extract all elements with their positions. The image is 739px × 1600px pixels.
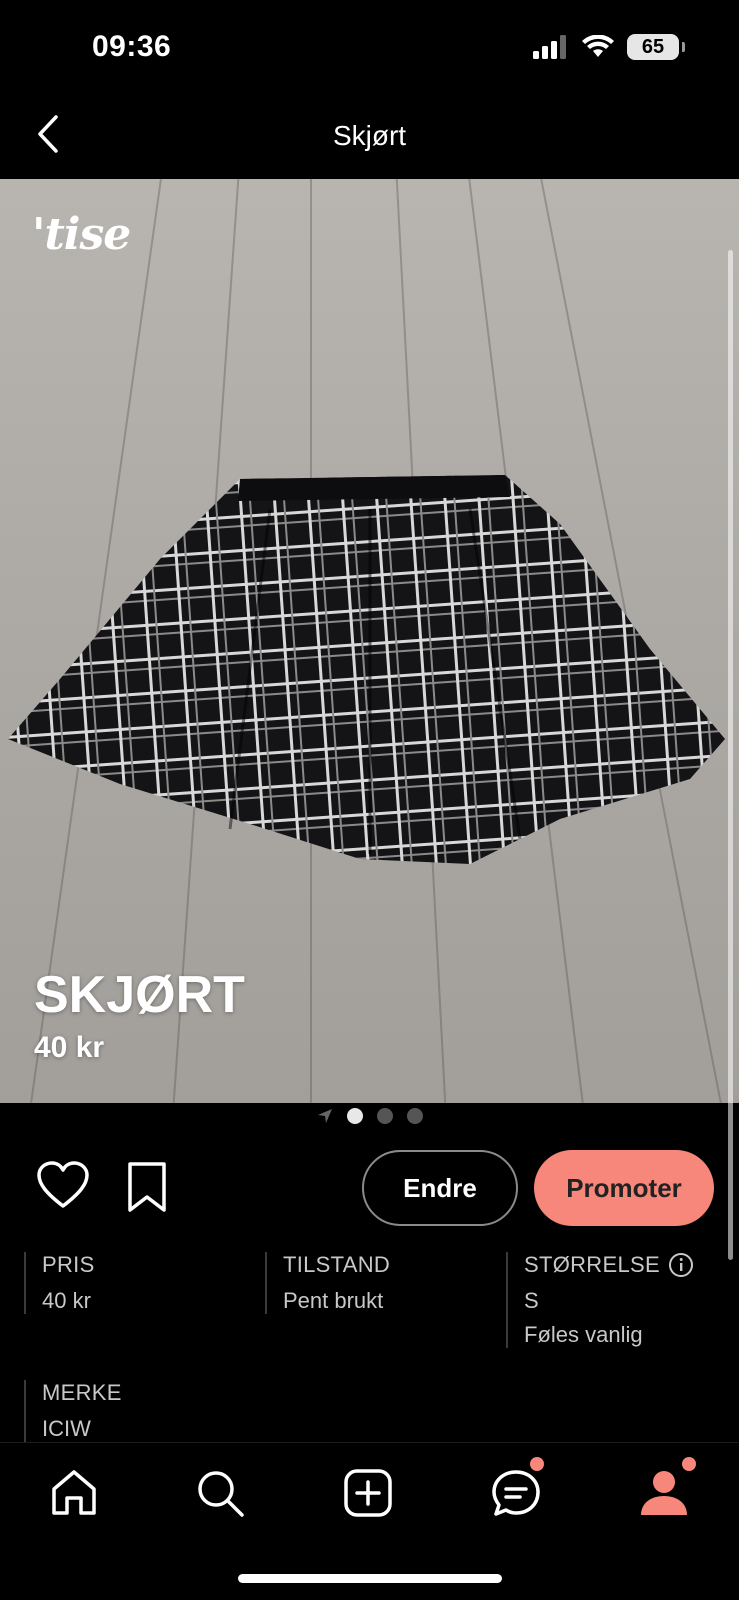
- detail-value: 40 kr: [42, 1288, 91, 1313]
- tab-messages[interactable]: [486, 1457, 546, 1523]
- detail-label: PRIS: [42, 1252, 95, 1277]
- item-title: SKJØRT: [34, 966, 245, 1024]
- detail-label-row: STØRRELSE: [524, 1252, 724, 1278]
- tab-home[interactable]: [44, 1463, 104, 1523]
- pager-dot[interactable]: [346, 1108, 363, 1124]
- detail-value: S: [524, 1288, 539, 1313]
- item-price: 40 kr: [34, 1031, 105, 1064]
- location-arrow-icon: [317, 1109, 332, 1123]
- detail-brand: MERKE ICIW: [24, 1380, 264, 1442]
- page-title: Skjørt: [332, 120, 407, 151]
- detail-fit: Føles vanlig: [524, 1322, 643, 1347]
- home-icon: [52, 1470, 96, 1515]
- signal-icon: [533, 35, 566, 59]
- detail-value: Pent brukt: [283, 1288, 384, 1313]
- add-icon: [344, 1469, 392, 1517]
- bookmark-icon: [128, 1162, 166, 1212]
- detail-price: PRIS 40 kr: [24, 1252, 264, 1314]
- save-button[interactable]: [124, 1160, 170, 1214]
- nav-bar: Skjørt: [0, 100, 739, 178]
- pager-dot[interactable]: [376, 1108, 393, 1124]
- wifi-icon: [582, 35, 614, 57]
- image-pager: [0, 1108, 739, 1124]
- profile-icon: [641, 1471, 687, 1515]
- home-indicator[interactable]: [238, 1574, 502, 1583]
- actions-row: Endre Promoter: [0, 1148, 739, 1228]
- notification-badge: [530, 1457, 544, 1471]
- pager-dot[interactable]: [406, 1108, 423, 1124]
- detail-label: STØRRELSE: [524, 1252, 660, 1277]
- notification-badge: [682, 1457, 696, 1471]
- tab-profile[interactable]: [634, 1457, 696, 1523]
- status-time: 09:36: [92, 30, 172, 63]
- battery-icon: 65: [627, 34, 685, 60]
- heart-icon: [37, 1161, 89, 1208]
- detail-label: TILSTAND: [283, 1252, 391, 1277]
- product-image[interactable]: 'tise SKJØRT 40 kr: [0, 179, 739, 1103]
- tise-logo: 'tise: [32, 209, 131, 260]
- messages-icon: [492, 1470, 540, 1516]
- tab-search[interactable]: [190, 1463, 250, 1523]
- like-button[interactable]: [36, 1160, 90, 1212]
- detail-condition: TILSTAND Pent brukt: [265, 1252, 505, 1314]
- edit-button[interactable]: Endre: [362, 1150, 518, 1226]
- status-icons: 65: [533, 34, 685, 60]
- status-bar: 09:36 65: [0, 0, 739, 100]
- promote-button[interactable]: Promoter: [534, 1150, 714, 1226]
- detail-label: MERKE: [42, 1380, 122, 1405]
- tab-add[interactable]: [338, 1463, 398, 1523]
- info-icon[interactable]: [668, 1252, 694, 1278]
- detail-size: STØRRELSE S Føles vanlig: [506, 1252, 724, 1348]
- search-icon: [198, 1471, 244, 1517]
- detail-value: ICIW: [42, 1416, 91, 1441]
